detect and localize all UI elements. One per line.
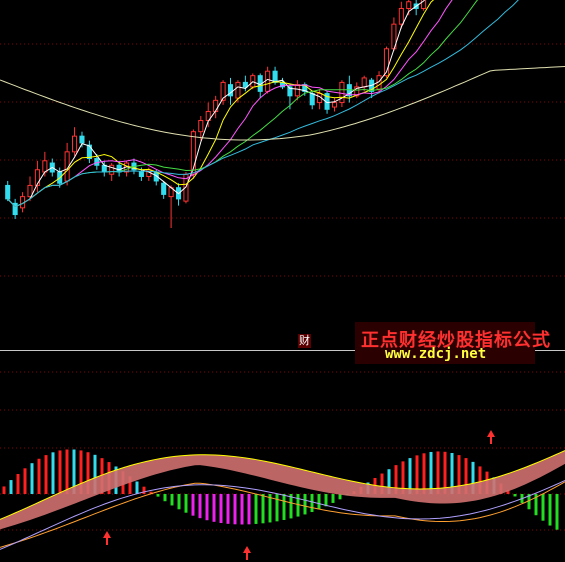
buy-signal-arrow <box>243 546 251 553</box>
buy-signal-arrow <box>487 430 495 437</box>
buy-signal-arrow <box>103 531 111 538</box>
watermark: 正点财经炒股指标公式 www.zdcj.net <box>355 322 550 364</box>
chart-canvas: 财 正点财经炒股指标公式 www.zdcj.net <box>0 0 565 562</box>
panel-label: 财 <box>298 334 311 348</box>
indicator-chart[interactable] <box>0 0 565 562</box>
watermark-url: www.zdcj.net <box>385 346 487 362</box>
